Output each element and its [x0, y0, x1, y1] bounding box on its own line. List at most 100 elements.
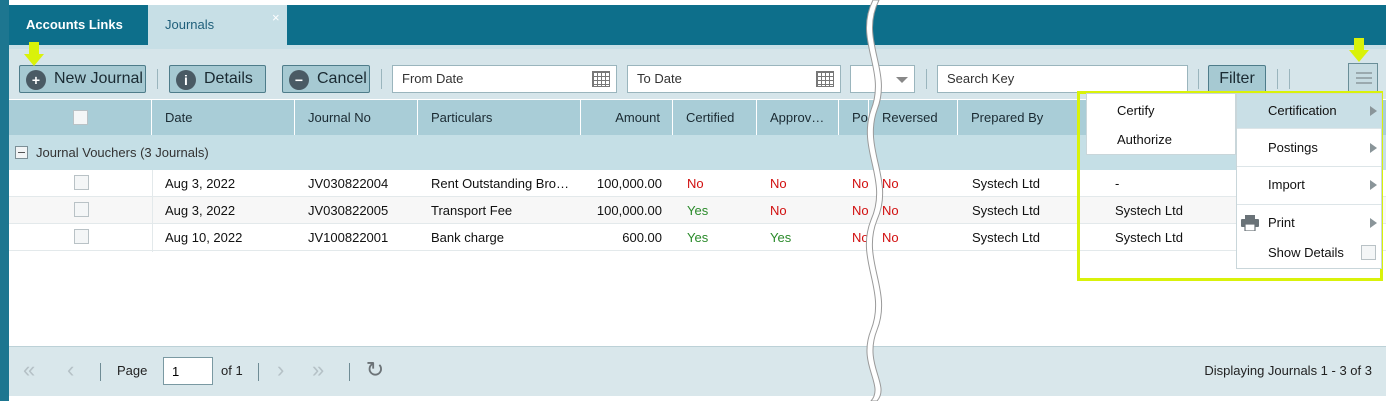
header-journal-no[interactable]: Journal No — [295, 100, 418, 135]
cell-journal-no: JV100822001 — [308, 230, 389, 245]
cell-date: Aug 3, 2022 — [165, 203, 236, 218]
toolbar-separator — [1277, 69, 1278, 89]
collapse-icon[interactable] — [15, 146, 28, 159]
display-summary: Displaying Journals 1 - 3 of 3 — [1204, 363, 1372, 378]
cell-approved: No — [770, 203, 787, 218]
calendar-icon[interactable] — [592, 71, 610, 87]
calendar-icon[interactable] — [816, 71, 834, 87]
submenu-arrow-icon — [1370, 180, 1377, 190]
select-all-checkbox[interactable] — [73, 110, 88, 125]
toolbar-separator — [381, 69, 382, 89]
hamburger-menu-icon[interactable] — [1348, 63, 1378, 93]
cell-certified: No — [687, 176, 704, 191]
menu-divider — [1237, 166, 1381, 167]
row-checkbox[interactable] — [74, 175, 89, 190]
show-details-checkbox[interactable] — [1361, 245, 1376, 260]
cell-journal-no: JV030822004 — [308, 176, 389, 191]
to-date-field[interactable] — [627, 65, 841, 93]
left-accent-bar — [0, 0, 9, 401]
tab-accounts-links[interactable]: Accounts Links — [9, 5, 148, 45]
toolbar-separator — [157, 69, 158, 89]
minus-circle-icon: − — [289, 70, 309, 90]
menu-item-label: Postings — [1268, 140, 1318, 155]
menu-item-print[interactable]: Print — [1237, 206, 1381, 240]
menu-divider — [1237, 204, 1381, 205]
cell-amount: 100,000.00 — [596, 176, 662, 191]
menu-item-label: Show Details — [1268, 245, 1344, 260]
previous-page-icon[interactable]: ‹ — [67, 359, 74, 381]
cancel-button[interactable]: − Cancel — [282, 65, 370, 93]
column-divider — [152, 170, 153, 252]
info-circle-icon: i — [176, 70, 196, 90]
cell-amount: 600.00 — [622, 230, 662, 245]
row-checkbox[interactable] — [74, 229, 89, 244]
submenu-arrow-icon — [1370, 106, 1377, 116]
header-date[interactable]: Date — [152, 100, 295, 135]
cell-certified: Yes — [687, 230, 709, 245]
search-key-input[interactable] — [947, 66, 1187, 91]
toolbar-separator — [926, 69, 927, 89]
toolbar-separator — [1289, 69, 1290, 89]
header-certified[interactable]: Certified — [673, 100, 757, 135]
options-menu: Certification Postings Import Print Show… — [1236, 93, 1382, 269]
menu-item-certify[interactable]: Certify — [1087, 96, 1235, 126]
cell-particulars: Rent Outstanding Bro… — [431, 176, 570, 191]
tear-divider — [866, 0, 884, 401]
cell-date: Aug 3, 2022 — [165, 176, 236, 191]
first-page-icon[interactable]: « — [23, 359, 35, 381]
submenu-arrow-icon — [1370, 218, 1377, 228]
header-select-all — [9, 100, 152, 135]
plus-circle-icon: + — [26, 70, 46, 90]
next-page-icon[interactable]: › — [277, 359, 284, 381]
pager-separator — [258, 363, 259, 381]
pager-separator — [349, 363, 350, 381]
cell-date: Aug 10, 2022 — [165, 230, 243, 245]
from-date-input[interactable] — [402, 66, 616, 91]
highlight-arrow-icon — [24, 42, 44, 68]
row-checkbox[interactable] — [74, 202, 89, 217]
page-number-field[interactable] — [163, 357, 213, 385]
pager-separator — [100, 363, 101, 381]
cell-prepared-by: Systech Ltd — [972, 176, 1040, 191]
search-key-field[interactable] — [937, 65, 1188, 93]
cell-amount: 100,000.00 — [596, 203, 662, 218]
cell-certified: Yes — [687, 203, 709, 218]
printer-icon — [1241, 215, 1259, 231]
cell-approved: Yes — [770, 230, 792, 245]
cell-journal-no: JV030822005 — [308, 203, 389, 218]
menu-item-label: Print — [1268, 215, 1295, 230]
tab-close-icon[interactable]: × — [272, 11, 280, 24]
menu-item-show-details[interactable]: Show Details — [1237, 236, 1381, 270]
menu-item-import[interactable]: Import — [1237, 168, 1381, 202]
from-date-field[interactable] — [392, 65, 617, 93]
details-button[interactable]: i Details — [169, 65, 266, 93]
pagination-bar: « ‹ Page of 1 › » ↻ Displaying Journals … — [9, 346, 1386, 396]
tab-strip: Accounts Links Journals × — [9, 5, 1386, 45]
cell-approved: No — [770, 176, 787, 191]
cell-prepared-by: Systech Ltd — [972, 230, 1040, 245]
cancel-label: Cancel — [317, 70, 367, 87]
to-date-input[interactable] — [637, 66, 840, 91]
header-approved[interactable]: Approv… — [757, 100, 839, 135]
page-label: Page — [117, 363, 148, 378]
tab-journals[interactable]: Journals — [148, 5, 287, 45]
journals-window: Accounts Links Journals × + New Journal … — [0, 0, 1386, 401]
group-label: Journal Vouchers (3 Journals) — [36, 145, 209, 160]
header-amount[interactable]: Amount — [581, 100, 673, 135]
new-journal-button[interactable]: + New Journal — [19, 65, 146, 93]
toolbar-separator — [1198, 69, 1199, 89]
cell-particulars: Transport Fee — [431, 203, 513, 218]
filter-button[interactable]: Filter — [1208, 65, 1266, 93]
cell-prepared-by: Systech Ltd — [972, 203, 1040, 218]
menu-item-authorize[interactable]: Authorize — [1087, 125, 1235, 155]
menu-item-label: Certification — [1268, 103, 1337, 118]
last-page-icon[interactable]: » — [312, 359, 324, 381]
refresh-icon[interactable]: ↻ — [362, 357, 388, 383]
highlight-arrow-icon — [1349, 38, 1369, 64]
menu-item-postings[interactable]: Postings — [1237, 131, 1381, 165]
page-number-input[interactable] — [164, 358, 212, 384]
menu-item-certification[interactable]: Certification — [1237, 94, 1381, 128]
certification-submenu: Certify Authorize — [1086, 93, 1236, 155]
header-particulars[interactable]: Particulars — [418, 100, 581, 135]
chevron-down-icon[interactable] — [896, 77, 908, 83]
